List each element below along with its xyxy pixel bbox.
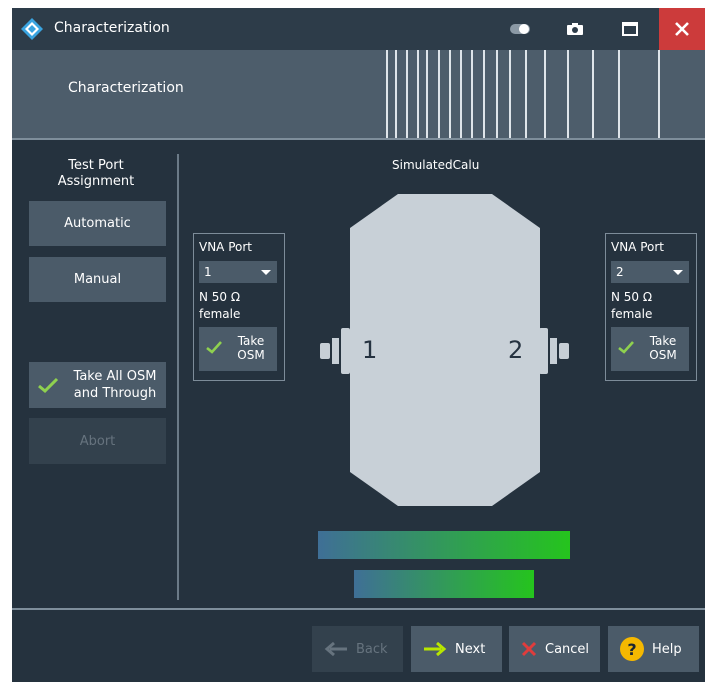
chevron-down-icon: [261, 270, 271, 275]
port-2-label: VNA Port: [611, 240, 664, 254]
port-2-connector-type: N 50 Ω: [611, 290, 653, 304]
port-1-connector-type: N 50 Ω: [199, 290, 241, 304]
maximize-icon: [622, 22, 638, 36]
check-icon: [618, 341, 634, 354]
screenshot-button[interactable]: [550, 8, 600, 50]
port-1-selected-value: 1: [204, 265, 212, 279]
port-1-panel: VNA Port 1 N 50 Ω female Take OSM: [193, 233, 285, 381]
port-1-connector-gender: female: [199, 307, 241, 321]
camera-icon: [567, 23, 583, 35]
arrow-right-icon: [424, 642, 447, 656]
cal-unit-name: SimulatedCalu: [392, 158, 480, 172]
toggle-button[interactable]: [495, 8, 545, 50]
banner-divider: [12, 138, 705, 140]
port-2-connector-info: N 50 Ω female: [611, 289, 652, 323]
cancel-label: Cancel: [545, 641, 590, 657]
port-1-number: 1: [362, 336, 378, 364]
arrow-left-icon: [324, 642, 347, 656]
port-2-selected-value: 2: [616, 265, 624, 279]
abort-button[interactable]: Abort: [29, 418, 166, 464]
check-icon: [206, 341, 222, 354]
port-2-select[interactable]: 2: [611, 261, 689, 283]
next-button[interactable]: Next: [411, 626, 502, 672]
panel-divider: [177, 154, 179, 600]
characterization-dialog: Characterization Characterization Test P…: [12, 8, 705, 682]
port-2-panel: VNA Port 2 N 50 Ω female Take OSM: [605, 233, 697, 381]
help-icon: ?: [620, 637, 644, 661]
test-port-assignment-title: Test Port Assignment: [57, 158, 135, 189]
help-label: Help: [652, 641, 682, 657]
port-2-take-osm-label: Take OSM: [649, 334, 677, 362]
progress-bar-bottom: [354, 570, 534, 598]
take-all-osm-through-button[interactable]: Take All OSM and Through: [29, 362, 166, 408]
take-all-label: Take All OSM and Through: [73, 369, 157, 401]
banner-title: Characterization: [68, 80, 184, 96]
app-logo-icon: [21, 18, 43, 40]
maximize-button[interactable]: [605, 8, 655, 50]
automatic-button[interactable]: Automatic: [29, 201, 166, 246]
help-button[interactable]: ? Help: [608, 626, 699, 672]
check-icon: [38, 377, 59, 394]
back-button[interactable]: Back: [312, 626, 403, 672]
port-1-label: VNA Port: [199, 240, 252, 254]
port-1-select[interactable]: 1: [199, 261, 277, 283]
cancel-x-icon: [521, 641, 537, 657]
next-label: Next: [455, 641, 486, 657]
chevron-down-icon: [673, 270, 683, 275]
toggle-icon: [510, 24, 530, 34]
port-1-take-osm-button[interactable]: Take OSM: [199, 327, 277, 371]
title-bar: Characterization: [12, 8, 705, 50]
svg-text:?: ?: [627, 640, 636, 659]
manual-button[interactable]: Manual: [29, 257, 166, 302]
window-title: Characterization: [54, 20, 170, 36]
back-label: Back: [356, 641, 388, 657]
header-banner: Characterization: [12, 50, 705, 138]
progress-bar-top: [318, 531, 570, 559]
port-1-take-osm-label: Take OSM: [237, 334, 265, 362]
left-connector-icon: [320, 328, 350, 374]
port-2-take-osm-button[interactable]: Take OSM: [611, 327, 689, 371]
close-button[interactable]: [659, 8, 705, 50]
banner-stripes-decoration: [386, 50, 660, 138]
port-2-connector-gender: female: [611, 307, 653, 321]
footer-divider: [12, 608, 705, 610]
port-1-connector-info: N 50 Ω female: [199, 289, 240, 323]
close-icon: [675, 22, 689, 36]
cancel-button[interactable]: Cancel: [509, 626, 600, 672]
port-2-number: 2: [508, 336, 524, 364]
right-connector-icon: [539, 328, 569, 374]
